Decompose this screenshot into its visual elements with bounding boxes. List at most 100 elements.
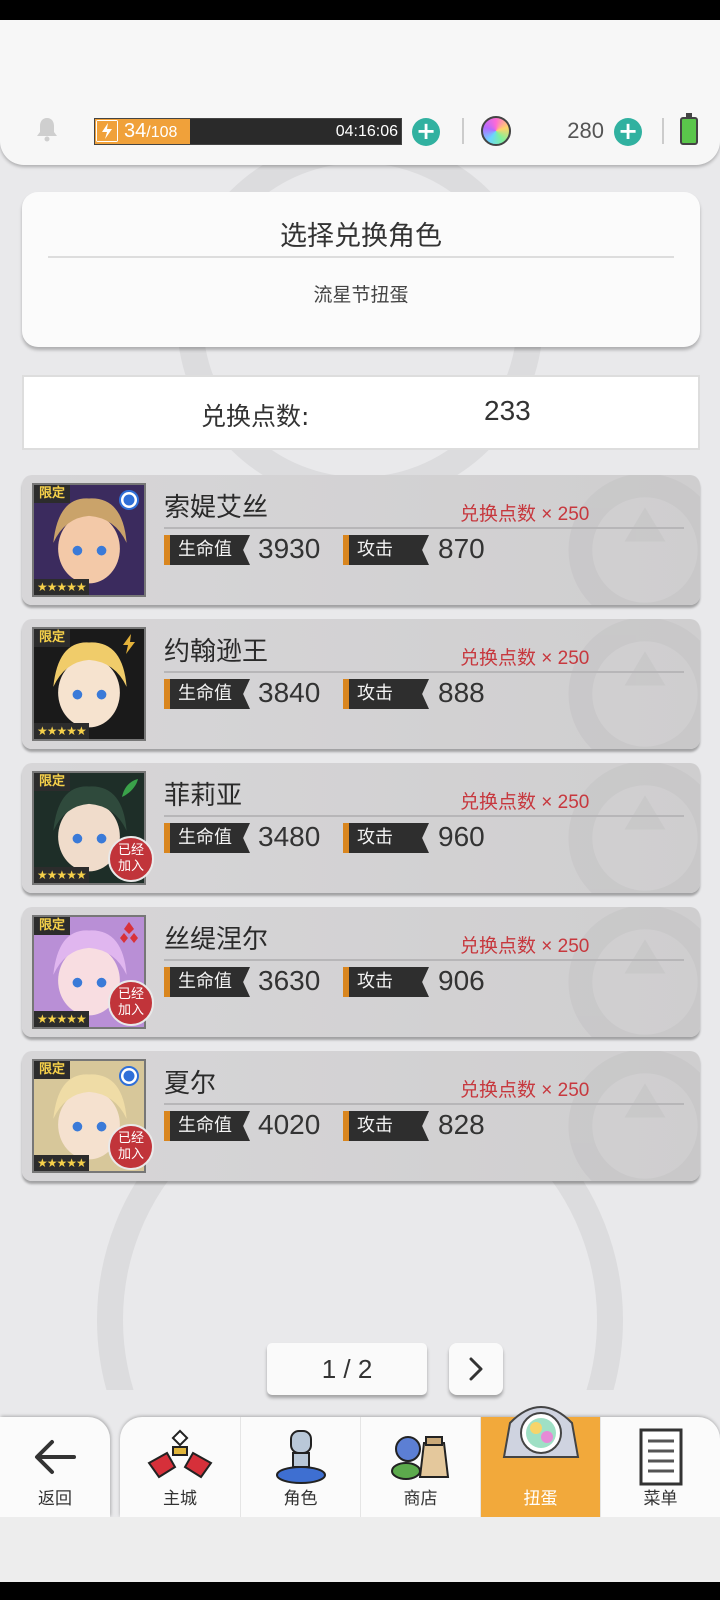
- nav-tab-menu[interactable]: 菜单: [600, 1417, 720, 1517]
- page-title: 选择兑换角色: [280, 221, 442, 252]
- nav-bottom-strip: [0, 1517, 720, 1582]
- nav-tab-town[interactable]: 主城: [120, 1417, 240, 1517]
- arrow-left-icon: [35, 1440, 76, 1474]
- limited-tag: 限定: [34, 1061, 71, 1079]
- rarity-stars: ★★★★★: [34, 867, 89, 883]
- joined-line2: 加入: [117, 1147, 144, 1162]
- hp-label: 生命值: [164, 679, 250, 709]
- character-name: 索媞艾丝: [164, 493, 269, 523]
- nav-label: 菜单: [643, 1489, 678, 1509]
- attack-value: 906: [438, 965, 485, 996]
- card-watermark: [568, 619, 700, 749]
- nav-label: 角色: [283, 1489, 318, 1509]
- card-watermark: [568, 475, 700, 605]
- hp-label: 生命值: [164, 535, 250, 565]
- joined-line2: 加入: [117, 1003, 144, 1018]
- rarity-stars: ★★★★★: [34, 579, 89, 595]
- nav-tab-characters[interactable]: 角色: [240, 1417, 360, 1517]
- card-watermark: [568, 1051, 700, 1181]
- character-card[interactable]: 限定 ★★★★★ 约翰逊王 兑换点数 × 250 生命值 3840 攻击 888: [22, 619, 700, 749]
- bottom-nav: 返回 主城 角色 商店 扭蛋 菜单: [0, 1406, 720, 1517]
- joined-badge: 已经 加入: [108, 1124, 154, 1170]
- exchange-cost: 兑换点数 × 250: [460, 936, 590, 957]
- system-bottom-bar: [0, 1582, 720, 1600]
- bell-icon[interactable]: [34, 116, 60, 142]
- hp-value: 4020: [258, 1109, 321, 1140]
- joined-line2: 加入: [117, 859, 144, 874]
- fire-icon: [120, 922, 138, 943]
- attack-value: 828: [438, 1109, 485, 1140]
- character-icon: [275, 1430, 326, 1484]
- exchange-points-label: 兑换点数:: [201, 402, 310, 431]
- name-divider: [164, 1103, 684, 1105]
- joined-line1: 已经: [117, 843, 144, 858]
- water-icon: [119, 1066, 139, 1086]
- hp-value: 3630: [258, 965, 321, 996]
- name-divider: [164, 959, 684, 961]
- divider: [662, 118, 664, 144]
- nav-label: 主城: [163, 1489, 197, 1509]
- add-stamina-button[interactable]: +: [412, 118, 440, 146]
- limited-tag: 限定: [34, 485, 71, 503]
- attack-value: 888: [438, 677, 485, 708]
- next-page-button[interactable]: [449, 1343, 503, 1395]
- menu-icon: [639, 1428, 682, 1486]
- card-watermark: [568, 907, 700, 1037]
- hp-value: 3930: [258, 533, 321, 564]
- character-portrait: 限定 ★★★★★: [32, 483, 146, 597]
- title-divider: [48, 256, 674, 258]
- stamina-timer: 04:16:06: [335, 123, 398, 140]
- character-list: 限定 ★★★★★ 索媞艾丝 兑换点数 × 250 生命值 3930 攻击 870…: [22, 475, 700, 1195]
- exchange-points-value: 233: [484, 395, 531, 426]
- nav-label: 商店: [403, 1489, 438, 1509]
- attack-value: 960: [438, 821, 485, 852]
- joined-line1: 已经: [117, 987, 144, 1002]
- water-icon: [119, 490, 139, 510]
- character-portrait: 限定 ★★★★★: [32, 627, 146, 741]
- stamina-current: 34: [124, 120, 147, 142]
- character-name: 约翰逊王: [164, 637, 269, 667]
- back-label: 返回: [38, 1489, 72, 1509]
- rarity-stars: ★★★★★: [34, 1155, 89, 1171]
- exchange-points-box: 兑换点数: 233: [22, 375, 700, 450]
- nav-label: 扭蛋: [523, 1489, 558, 1509]
- hp-label: 生命值: [164, 967, 250, 997]
- character-card[interactable]: 限定 ★★★★★ 索媞艾丝 兑换点数 × 250 生命值 3930 攻击 870: [22, 475, 700, 605]
- character-name: 菲莉亚: [164, 781, 243, 811]
- name-divider: [164, 527, 684, 529]
- name-divider: [164, 671, 684, 673]
- nav-tab-gacha[interactable]: 扭蛋: [480, 1406, 600, 1517]
- add-gems-button[interactable]: +: [614, 118, 642, 146]
- exchange-cost: 兑换点数 × 250: [460, 648, 590, 669]
- attack-label: 攻击: [343, 679, 429, 709]
- hp-value: 3480: [258, 821, 321, 852]
- card-watermark: [568, 763, 700, 893]
- rarity-stars: ★★★★★: [34, 1011, 89, 1027]
- castle-icon: [147, 1429, 213, 1479]
- exchange-cost: 兑换点数 × 250: [460, 504, 590, 525]
- stamina-count: 34/108: [124, 118, 177, 146]
- character-name: 夏尔: [164, 1069, 217, 1099]
- name-divider: [164, 815, 684, 817]
- banner-name: 流星节扭蛋: [313, 284, 409, 306]
- hp-label: 生命值: [164, 823, 250, 853]
- gem-icon: [481, 116, 511, 146]
- character-card[interactable]: 限定 ★★★★★ 已经 加入 夏尔 兑换点数 × 250 生命值 4020 攻击…: [22, 1051, 700, 1181]
- hp-label: 生命值: [164, 1111, 250, 1141]
- attack-label: 攻击: [343, 823, 429, 853]
- title-card: 选择兑换角色 流星节扭蛋: [22, 192, 700, 347]
- nav-tab-shop[interactable]: 商店: [360, 1417, 480, 1517]
- system-top-bar: [0, 0, 720, 20]
- battery-icon: [680, 113, 698, 145]
- gem-count: 280: [567, 118, 604, 143]
- page-indicator: 1 / 2: [267, 1343, 427, 1395]
- chevron-right-icon: [469, 1357, 483, 1381]
- divider: [462, 118, 464, 144]
- joined-line1: 已经: [117, 1131, 144, 1146]
- character-name: 丝缇涅尔: [164, 925, 269, 955]
- back-button[interactable]: 返回: [0, 1417, 110, 1517]
- character-card[interactable]: 限定 ★★★★★ 已经 加入 丝缇涅尔 兑换点数 × 250 生命值 3630 …: [22, 907, 700, 1037]
- attack-value: 870: [438, 533, 485, 564]
- character-card[interactable]: 限定 ★★★★★ 已经 加入 菲莉亚 兑换点数 × 250 生命值 3480 攻…: [22, 763, 700, 893]
- gacha-icon: [502, 1406, 579, 1458]
